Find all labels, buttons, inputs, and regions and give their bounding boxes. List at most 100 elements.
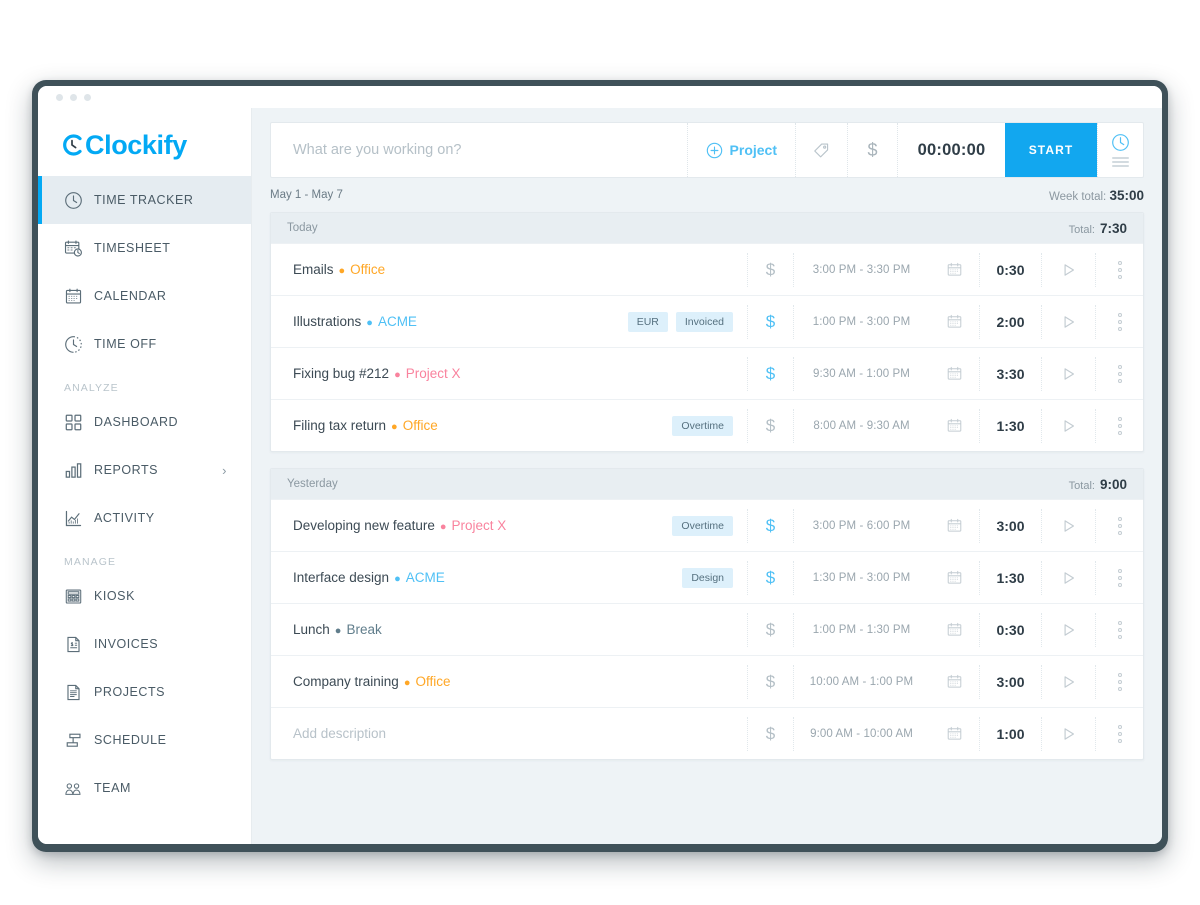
- entry-time-range[interactable]: 8:00 AM - 9:30 AM: [793, 408, 929, 443]
- time-entry-row[interactable]: Lunch ● Break $1:00 PM - 1:30 PM 0:30: [271, 603, 1143, 655]
- time-entry-row[interactable]: Add description $9:00 AM - 10:00 AM 1:00: [271, 707, 1143, 759]
- entry-date-picker-button[interactable]: [929, 357, 979, 391]
- entry-project-name[interactable]: Project X: [452, 518, 507, 533]
- entry-description[interactable]: Company training ● Office: [271, 674, 733, 689]
- entry-project-name[interactable]: ACME: [406, 570, 445, 585]
- entry-duration[interactable]: 1:00: [979, 716, 1041, 751]
- entry-description[interactable]: Add description: [271, 726, 733, 741]
- entry-duration[interactable]: 1:30: [979, 408, 1041, 443]
- entry-billable-toggle[interactable]: $: [747, 560, 793, 595]
- entry-time-range[interactable]: 1:00 PM - 3:00 PM: [793, 304, 929, 339]
- entry-duration[interactable]: 3:00: [979, 508, 1041, 543]
- entry-billable-toggle[interactable]: $: [747, 304, 793, 339]
- entry-duration[interactable]: 0:30: [979, 252, 1041, 287]
- entry-tag[interactable]: EUR: [627, 311, 668, 332]
- entry-more-menu-button[interactable]: [1095, 716, 1143, 751]
- entry-play-button[interactable]: [1041, 304, 1095, 339]
- entry-date-picker-button[interactable]: [929, 305, 979, 339]
- entry-more-menu-button[interactable]: [1095, 664, 1143, 699]
- entry-tag[interactable]: Invoiced: [675, 311, 733, 332]
- sidebar-item-schedule[interactable]: SCHEDULE: [38, 716, 251, 764]
- entry-billable-toggle[interactable]: $: [747, 612, 793, 647]
- entry-more-menu-button[interactable]: [1095, 508, 1143, 543]
- entry-billable-toggle[interactable]: $: [747, 252, 793, 287]
- entry-time-range[interactable]: 3:00 PM - 3:30 PM: [793, 252, 929, 287]
- entry-tag[interactable]: Overtime: [672, 415, 733, 436]
- entry-play-button[interactable]: [1041, 508, 1095, 543]
- time-entry-row[interactable]: Filing tax return ● Office Overtime $8:00 AM…: [271, 399, 1143, 451]
- billable-toggle-button[interactable]: $: [847, 123, 897, 177]
- entry-time-range[interactable]: 9:30 AM - 1:00 PM: [793, 356, 929, 391]
- entry-date-picker-button[interactable]: [929, 253, 979, 287]
- entry-play-button[interactable]: [1041, 408, 1095, 443]
- entry-time-range[interactable]: 10:00 AM - 1:00 PM: [793, 664, 929, 699]
- entry-tag[interactable]: Design: [682, 567, 733, 588]
- sidebar-item-invoices[interactable]: INVOICES: [38, 620, 251, 668]
- entry-description[interactable]: Filing tax return ● Office: [271, 418, 672, 433]
- entry-play-button[interactable]: [1041, 612, 1095, 647]
- entry-duration[interactable]: 3:00: [979, 664, 1041, 699]
- entry-date-picker-button[interactable]: [929, 665, 979, 699]
- sidebar-item-reports[interactable]: REPORTS ›: [38, 446, 251, 494]
- entry-project-name[interactable]: Office: [403, 418, 438, 433]
- entry-project-name[interactable]: Office: [415, 674, 450, 689]
- sidebar-item-activity[interactable]: ACTIVITY: [38, 494, 251, 542]
- time-entry-row[interactable]: Interface design ● ACME Design $1:30 PM - 3:…: [271, 551, 1143, 603]
- entry-billable-toggle[interactable]: $: [747, 716, 793, 751]
- entry-description[interactable]: Lunch ● Break: [271, 622, 733, 637]
- sidebar-item-timesheet[interactable]: TIMESHEET: [38, 224, 251, 272]
- entry-billable-toggle[interactable]: $: [747, 356, 793, 391]
- entry-more-menu-button[interactable]: [1095, 612, 1143, 647]
- entry-time-range[interactable]: 9:00 AM - 10:00 AM: [793, 716, 929, 751]
- entry-project-name[interactable]: Project X: [406, 366, 461, 381]
- entry-description[interactable]: Emails ● Office: [271, 262, 733, 277]
- sidebar-item-dashboard[interactable]: DASHBOARD: [38, 398, 251, 446]
- entry-play-button[interactable]: [1041, 356, 1095, 391]
- entry-duration[interactable]: 3:30: [979, 356, 1041, 391]
- add-tag-button[interactable]: [795, 123, 847, 177]
- sidebar-item-calendar[interactable]: CALENDAR: [38, 272, 251, 320]
- entry-play-button[interactable]: [1041, 716, 1095, 751]
- entry-time-range[interactable]: 3:00 PM - 6:00 PM: [793, 508, 929, 543]
- entry-date-picker-button[interactable]: [929, 509, 979, 543]
- entry-description[interactable]: Illustrations ● ACME: [271, 314, 628, 329]
- timer-description-input[interactable]: [271, 123, 687, 177]
- entry-play-button[interactable]: [1041, 252, 1095, 287]
- entry-duration[interactable]: 1:30: [979, 560, 1041, 595]
- entry-description[interactable]: Interface design ● ACME: [271, 570, 682, 585]
- entry-date-picker-button[interactable]: [929, 613, 979, 647]
- sidebar-item-team[interactable]: TEAM: [38, 764, 251, 812]
- entry-description[interactable]: Developing new feature ● Project X: [271, 518, 672, 533]
- time-entry-row[interactable]: Company training ● Office $10:00 AM - 1:00 …: [271, 655, 1143, 707]
- entry-date-picker-button[interactable]: [929, 561, 979, 595]
- time-entry-row[interactable]: Fixing bug #212 ● Project X $9:30 AM - 1:00…: [271, 347, 1143, 399]
- entry-duration[interactable]: 0:30: [979, 612, 1041, 647]
- entry-tag[interactable]: Overtime: [672, 515, 733, 536]
- entry-time-range[interactable]: 1:30 PM - 3:00 PM: [793, 560, 929, 595]
- entry-date-picker-button[interactable]: [929, 717, 979, 751]
- entry-billable-toggle[interactable]: $: [747, 408, 793, 443]
- entry-project-name[interactable]: Office: [350, 262, 385, 277]
- start-timer-button[interactable]: START: [1005, 123, 1097, 177]
- sidebar-item-time-tracker[interactable]: TIME TRACKER: [38, 176, 251, 224]
- entry-billable-toggle[interactable]: $: [747, 508, 793, 543]
- entry-time-range[interactable]: 1:00 PM - 1:30 PM: [793, 612, 929, 647]
- entry-billable-toggle[interactable]: $: [747, 664, 793, 699]
- entry-more-menu-button[interactable]: [1095, 304, 1143, 339]
- add-project-button[interactable]: Project: [686, 123, 795, 177]
- entry-project-name[interactable]: Break: [346, 622, 381, 637]
- entry-play-button[interactable]: [1041, 664, 1095, 699]
- entry-duration[interactable]: 2:00: [979, 304, 1041, 339]
- timer-mode-toggle[interactable]: [1097, 123, 1143, 177]
- time-entry-row[interactable]: Emails ● Office $3:00 PM - 3:30 PM 0:30: [271, 243, 1143, 295]
- entry-date-picker-button[interactable]: [929, 409, 979, 443]
- sidebar-item-projects[interactable]: PROJECTS: [38, 668, 251, 716]
- time-entry-row[interactable]: Developing new feature ● Project X Overtime…: [271, 499, 1143, 551]
- entry-project-name[interactable]: ACME: [378, 314, 417, 329]
- entry-more-menu-button[interactable]: [1095, 408, 1143, 443]
- entry-more-menu-button[interactable]: [1095, 356, 1143, 391]
- time-entry-row[interactable]: Illustrations ● ACME EUR Invoiced $1:00 PM - …: [271, 295, 1143, 347]
- app-logo[interactable]: Clockify: [38, 114, 251, 176]
- entry-description[interactable]: Fixing bug #212 ● Project X: [271, 366, 733, 381]
- sidebar-item-time-off[interactable]: TIME OFF: [38, 320, 251, 368]
